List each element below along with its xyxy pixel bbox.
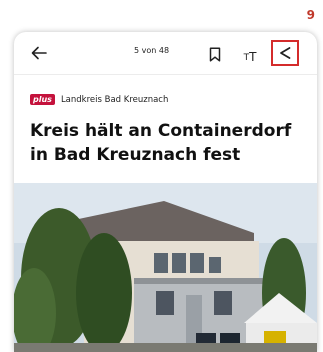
top-toolbar: 5 von 48 TT (14, 32, 317, 75)
text-size-icon-big: T (249, 50, 257, 64)
annotation-bar: 9 (0, 0, 323, 34)
share-icon (280, 47, 291, 59)
article-kicker: plus Landkreis Bad Kreuznach (30, 94, 168, 105)
annotation-number: 9 (306, 8, 315, 22)
bookmark-icon (209, 46, 221, 62)
article-screen: 5 von 48 TT plus Landkreis Bad Kreuznach… (14, 32, 317, 352)
text-size-button[interactable]: TT (238, 43, 262, 65)
article-photo (14, 183, 317, 352)
article-photo-graphic (14, 183, 317, 352)
bookmark-button[interactable] (204, 43, 226, 65)
back-button[interactable] (28, 42, 50, 64)
article-headline: Kreis hält an Containerdorf in Bad Kreuz… (30, 121, 292, 165)
back-arrow-icon (31, 46, 47, 60)
share-button[interactable] (271, 40, 299, 66)
article-counter: 5 von 48 (134, 46, 170, 55)
kicker-label: Landkreis Bad Kreuznach (60, 94, 169, 105)
plus-badge: plus (30, 94, 55, 105)
